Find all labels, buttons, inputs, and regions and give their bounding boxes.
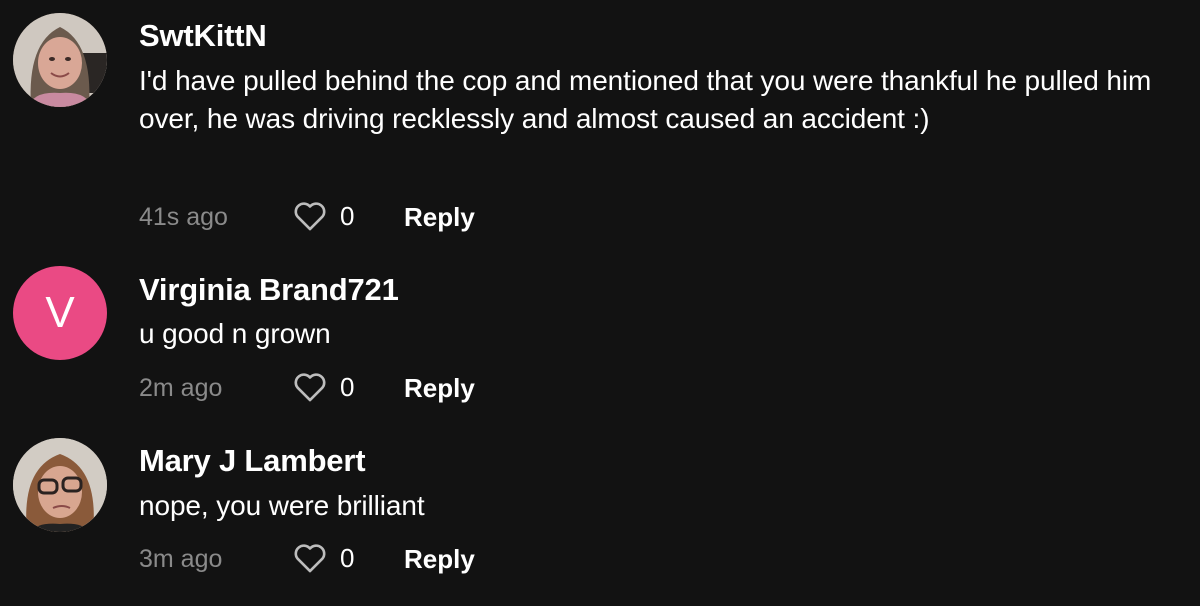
- like-button[interactable]: 0: [292, 200, 354, 232]
- avatar-letter: V: [45, 288, 75, 337]
- avatar[interactable]: V: [13, 266, 107, 360]
- reply-button[interactable]: Reply: [404, 373, 475, 404]
- user-photo-icon: [13, 13, 107, 107]
- avatar[interactable]: [13, 13, 107, 107]
- timestamp: 41s ago: [139, 203, 228, 231]
- username[interactable]: Virginia Brand721: [139, 272, 399, 308]
- comment-actions: 3m ago 0 Reply: [139, 542, 639, 582]
- heart-outline-icon: [294, 544, 326, 573]
- avatar[interactable]: [13, 438, 107, 532]
- comment-actions: 41s ago 0 Reply: [139, 200, 639, 240]
- like-button[interactable]: 0: [292, 542, 354, 574]
- like-button[interactable]: 0: [292, 371, 354, 403]
- reply-button[interactable]: Reply: [404, 544, 475, 575]
- like-count: 0: [340, 542, 355, 573]
- username[interactable]: SwtKittN: [139, 18, 267, 54]
- timestamp: 3m ago: [139, 545, 223, 573]
- user-photo-icon: [13, 438, 107, 532]
- reply-button[interactable]: Reply: [404, 202, 475, 233]
- comment-actions: 2m ago 0 Reply: [139, 371, 639, 411]
- like-count: 0: [340, 371, 355, 402]
- like-count: 0: [340, 200, 355, 231]
- comment-text: nope, you were brilliant: [139, 490, 425, 521]
- timestamp: 2m ago: [139, 374, 223, 402]
- heart-outline-icon: [294, 373, 326, 402]
- comment-text: I'd have pulled behind the cop and menti…: [139, 65, 1152, 134]
- comment-text: u good n grown: [139, 318, 331, 349]
- heart-outline-icon: [294, 202, 326, 231]
- username[interactable]: Mary J Lambert: [139, 443, 366, 479]
